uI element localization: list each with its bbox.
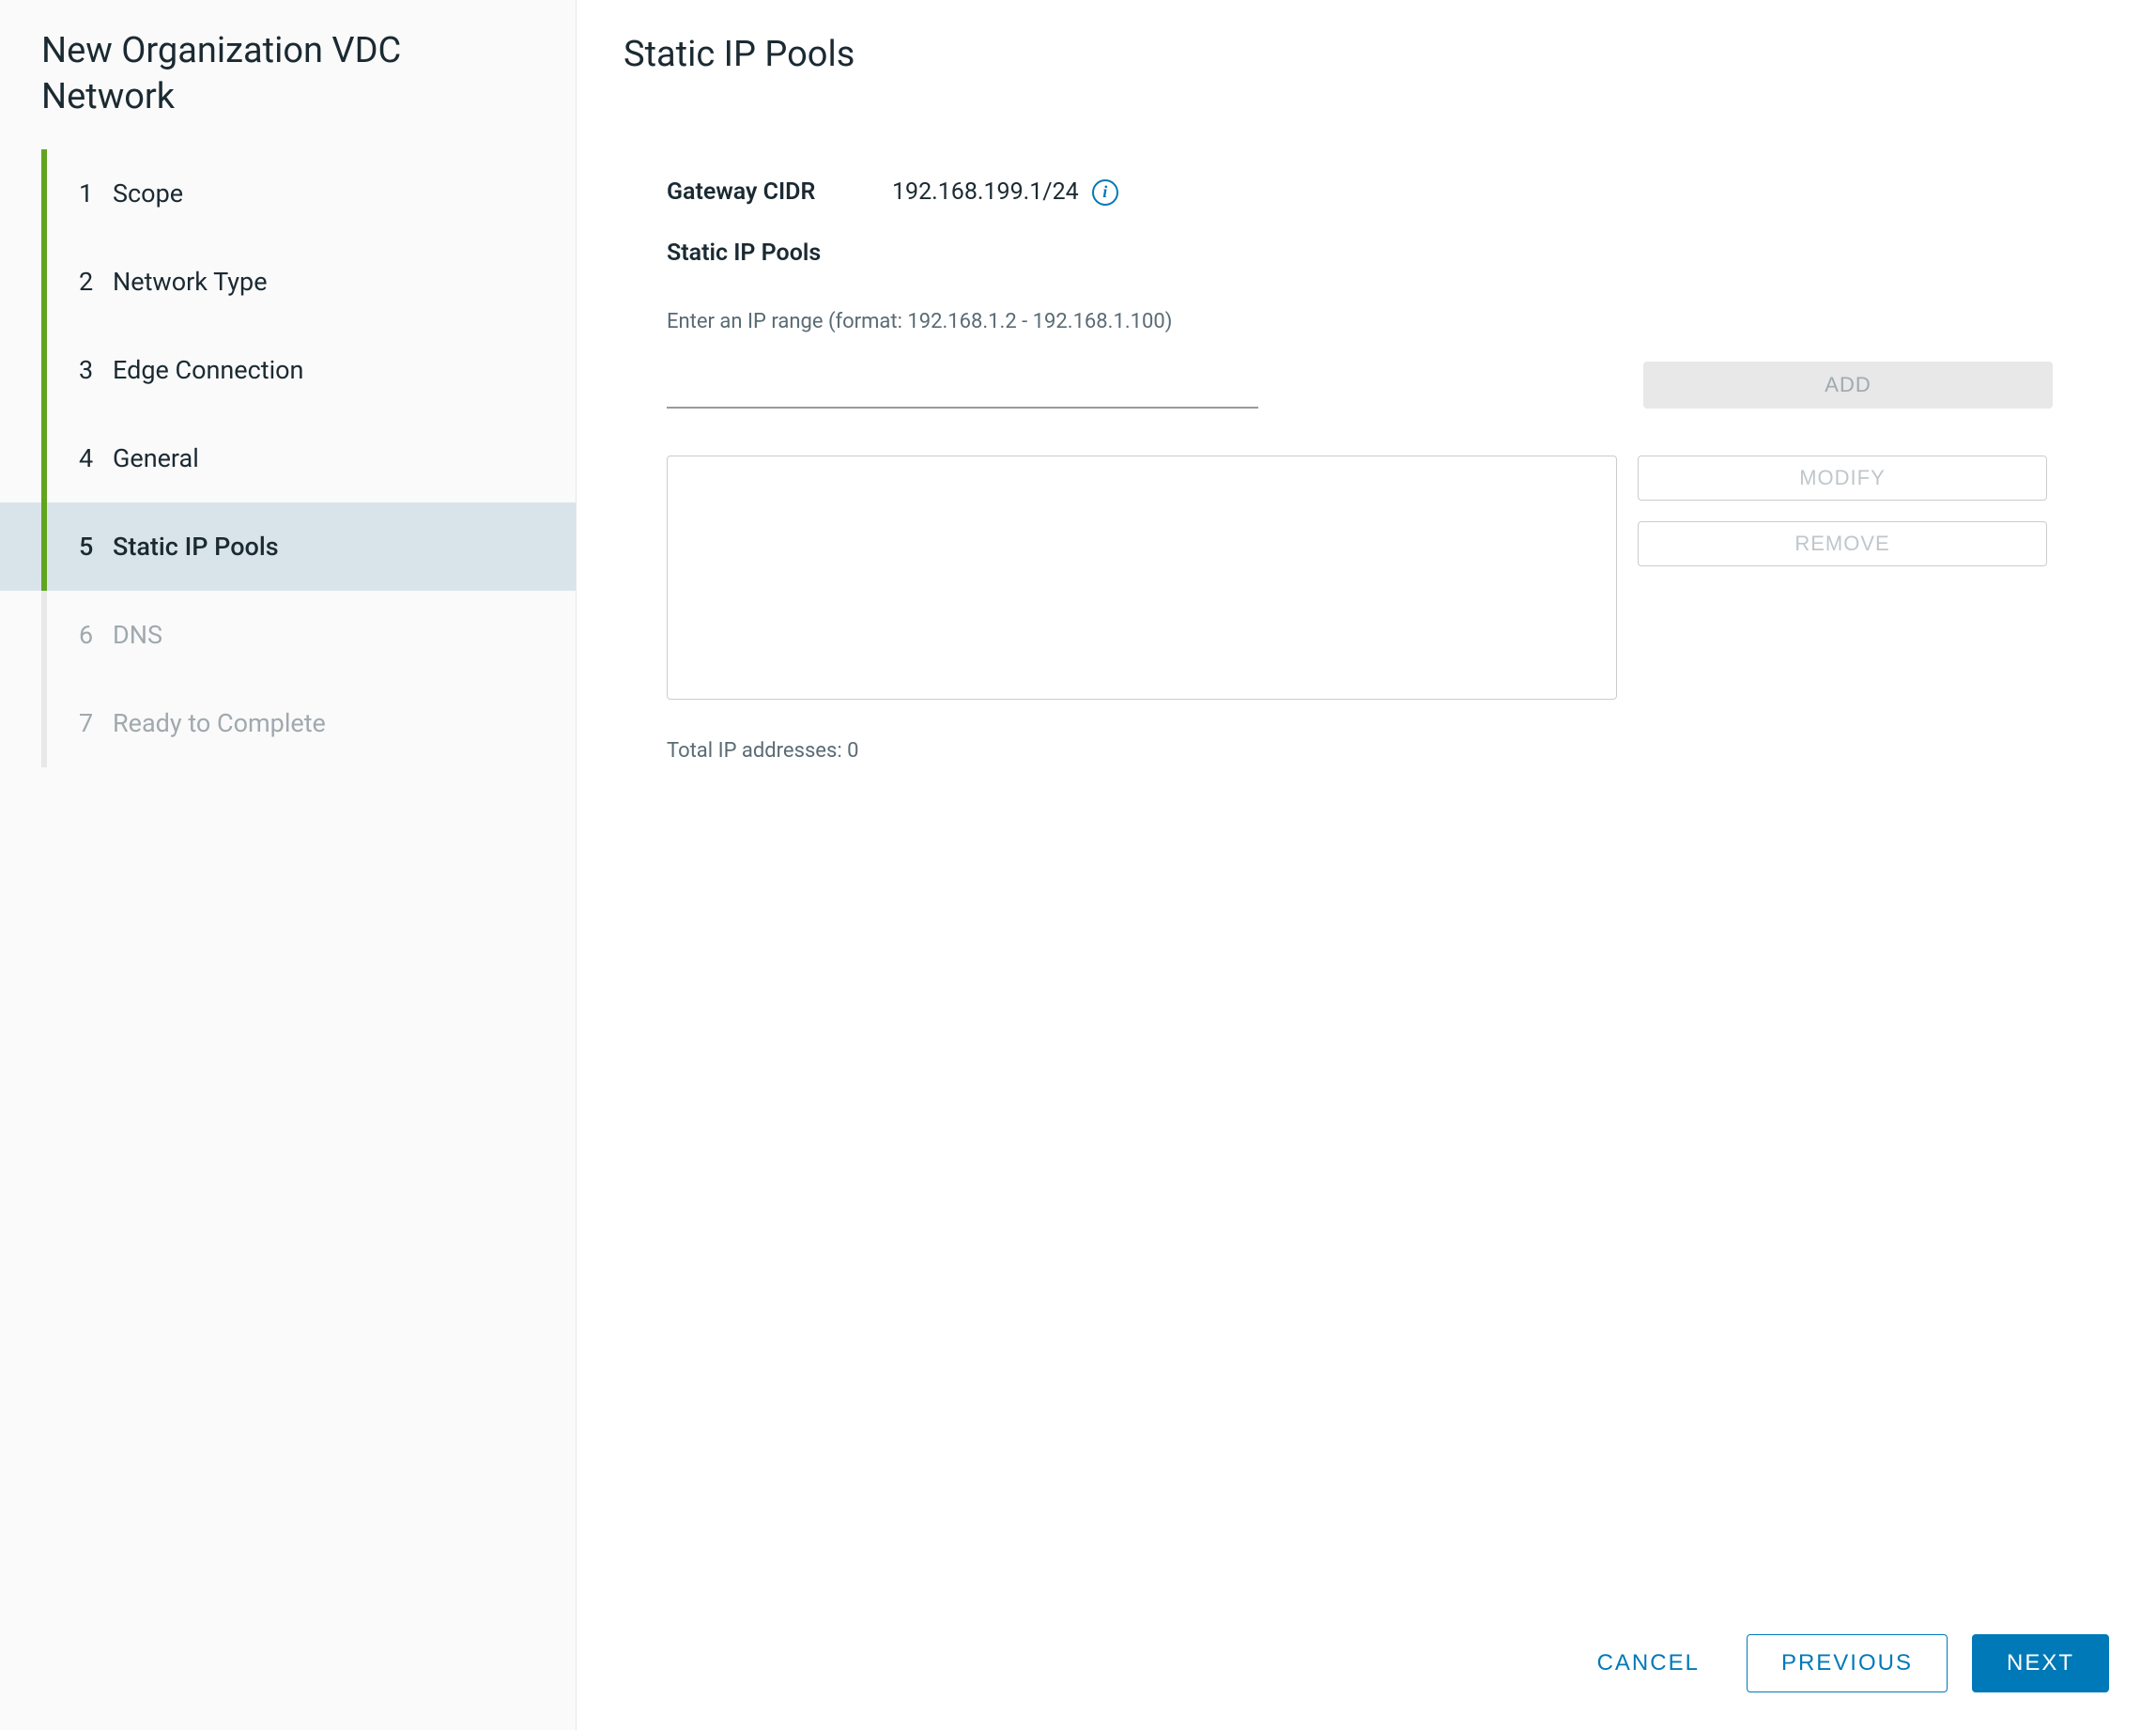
step-number: 5 (79, 532, 113, 562)
ip-range-helper-text: Enter an IP range (format: 192.168.1.2 -… (667, 310, 2109, 333)
step-number: 6 (79, 620, 113, 650)
ip-input-row: ADD (667, 362, 2109, 409)
previous-button[interactable]: PREVIOUS (1747, 1634, 1948, 1692)
step-network-type[interactable]: 2 Network Type (41, 238, 576, 326)
add-button[interactable]: ADD (1643, 362, 2053, 409)
step-dns: 6 DNS (41, 591, 576, 679)
next-button[interactable]: NEXT (1972, 1634, 2109, 1692)
step-label: DNS (113, 620, 576, 650)
info-icon[interactable]: i (1092, 179, 1118, 206)
ip-list-row: MODIFY REMOVE (667, 456, 2109, 700)
wizard-steps: 1 Scope 2 Network Type 3 Edge Connection… (0, 149, 576, 767)
step-label: General (113, 443, 576, 473)
step-number: 2 (79, 267, 113, 297)
gateway-cidr-value: 192.168.199.1/24 (892, 178, 1079, 206)
content-area: Gateway CIDR 192.168.199.1/24 i Static I… (624, 178, 2109, 1597)
step-number: 4 (79, 443, 113, 473)
cancel-button[interactable]: CANCEL (1575, 1635, 1722, 1691)
gateway-cidr-label: Gateway CIDR (667, 178, 892, 206)
step-general[interactable]: 4 General (41, 414, 576, 502)
wizard-footer: CANCEL PREVIOUS NEXT (624, 1597, 2109, 1692)
wizard-sidebar: New Organization VDC Network 1 Scope 2 N… (0, 0, 577, 1730)
wizard-title: New Organization VDC Network (0, 28, 576, 149)
step-number: 3 (79, 355, 113, 385)
step-label: Edge Connection (113, 355, 576, 385)
step-label: Scope (113, 178, 576, 209)
step-scope[interactable]: 1 Scope (41, 149, 576, 238)
total-ip-addresses: Total IP addresses: 0 (667, 739, 2109, 763)
static-ip-pools-label: Static IP Pools (667, 239, 2109, 267)
ip-range-input[interactable] (667, 369, 1258, 409)
step-label: Network Type (113, 267, 576, 297)
step-label: Ready to Complete (113, 708, 576, 738)
ip-pool-listbox[interactable] (667, 456, 1617, 700)
modify-button[interactable]: MODIFY (1638, 456, 2047, 501)
remove-button[interactable]: REMOVE (1638, 521, 2047, 566)
step-static-ip-pools[interactable]: 5 Static IP Pools (0, 502, 576, 591)
step-number: 7 (79, 708, 113, 738)
step-ready-to-complete: 7 Ready to Complete (41, 679, 576, 767)
step-edge-connection[interactable]: 3 Edge Connection (41, 326, 576, 414)
list-actions: MODIFY REMOVE (1638, 456, 2047, 566)
main-panel: Static IP Pools Gateway CIDR 192.168.199… (577, 0, 2156, 1730)
page-title: Static IP Pools (624, 34, 2109, 75)
gateway-cidr-row: Gateway CIDR 192.168.199.1/24 i (667, 178, 2109, 206)
step-number: 1 (79, 178, 113, 209)
total-ip-count: 0 (847, 739, 858, 763)
step-label: Static IP Pools (113, 532, 576, 562)
